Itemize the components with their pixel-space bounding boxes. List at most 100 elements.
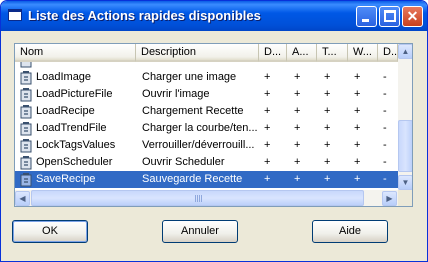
action-description: Ouvrir Scheduler — [142, 156, 225, 168]
quick-action-icon — [20, 88, 32, 102]
action-flag: + — [354, 105, 361, 117]
vertical-scrollbar[interactable]: ▲ ▼ — [398, 44, 412, 190]
list-partial-row — [15, 62, 398, 68]
quick-action-icon — [20, 139, 32, 153]
action-flag: + — [294, 156, 301, 168]
close-button[interactable]: ✕ — [402, 6, 423, 27]
grip-icon — [197, 195, 198, 202]
help-button[interactable]: Aide — [312, 220, 388, 243]
action-flag: + — [324, 105, 331, 117]
action-name: LoadRecipe — [36, 105, 95, 117]
action-flag: + — [354, 156, 361, 168]
column-header[interactable]: T... — [317, 44, 348, 62]
column-header[interactable]: Nom — [15, 44, 136, 62]
scroll-down-button[interactable]: ▼ — [398, 175, 412, 190]
window-icon — [8, 9, 22, 21]
action-flag: + — [294, 88, 301, 100]
action-flag: + — [324, 122, 331, 134]
action-flag: + — [324, 156, 331, 168]
list-row[interactable]: LoadPictureFile Ouvrir l'image + + + + - — [15, 86, 398, 103]
list-row[interactable]: SaveRecipe Sauvegarde Recette + + + + - — [15, 171, 398, 188]
list-row[interactable]: LoadRecipe Chargement Recette + + + + - — [15, 103, 398, 120]
action-description: Charger une image — [142, 71, 237, 83]
action-flag: + — [294, 173, 301, 185]
arrow-down-icon: ▼ — [401, 178, 410, 187]
quick-actions-dialog: Liste des Actions rapides disponibles ✕ … — [0, 0, 428, 262]
action-description: Verrouiller/déverrouill... — [142, 139, 255, 151]
action-flag: - — [383, 173, 387, 185]
close-icon: ✕ — [406, 8, 419, 24]
action-flag: + — [354, 173, 361, 185]
action-flag: + — [264, 173, 271, 185]
action-name: OpenScheduler — [36, 156, 113, 168]
list-row[interactable]: LockTagsValues Verrouiller/déverrouill...… — [15, 137, 398, 154]
actions-list[interactable]: NomDescriptionD...A...T...W...D... LoadI… — [14, 43, 413, 207]
action-flag: + — [354, 139, 361, 151]
action-flag: - — [383, 139, 387, 151]
horizontal-scrollbar[interactable]: ◀ ▶ — [15, 190, 398, 206]
arrow-up-icon: ▲ — [401, 47, 410, 56]
action-flag: + — [354, 122, 361, 134]
action-flag: - — [383, 88, 387, 100]
action-flag: - — [383, 105, 387, 117]
action-flag: + — [354, 88, 361, 100]
quick-action-icon — [20, 71, 32, 85]
action-description: Charger la courbe/ten... — [142, 122, 257, 134]
action-name: SaveRecipe — [36, 173, 96, 185]
title-bar[interactable]: Liste des Actions rapides disponibles ✕ — [1, 1, 427, 31]
column-header[interactable]: A... — [287, 44, 317, 62]
quick-action-icon — [20, 173, 32, 187]
list-row[interactable]: OpenScheduler Ouvrir Scheduler + + + + - — [15, 154, 398, 171]
scroll-right-button[interactable]: ▶ — [382, 191, 397, 206]
action-flag: + — [324, 139, 331, 151]
column-header[interactable]: Description — [136, 44, 259, 62]
list-row[interactable]: LoadTrendFile Charger la courbe/ten... + + +… — [15, 120, 398, 137]
grip-icon — [201, 195, 202, 202]
action-flag: + — [324, 88, 331, 100]
quick-action-icon — [20, 122, 32, 136]
maximize-button[interactable] — [379, 6, 400, 27]
quick-action-icon — [20, 156, 32, 170]
column-header[interactable]: D... — [259, 44, 287, 62]
action-flag: + — [264, 156, 271, 168]
action-flag: + — [264, 122, 271, 134]
action-flag: - — [383, 71, 387, 83]
window-title: Liste des Actions rapides disponibles — [28, 8, 261, 23]
action-name: LockTagsValues — [36, 139, 116, 151]
action-flag: + — [354, 71, 361, 83]
action-flag: + — [264, 88, 271, 100]
grip-icon — [199, 195, 200, 202]
column-header[interactable]: D... — [378, 44, 398, 62]
scroll-up-button[interactable]: ▲ — [398, 44, 412, 59]
action-description: Sauvegarde Recette — [142, 173, 243, 185]
horizontal-scroll-thumb[interactable] — [31, 190, 364, 206]
action-name: LoadTrendFile — [36, 122, 107, 134]
minimize-icon — [362, 19, 369, 22]
arrow-right-icon: ▶ — [386, 194, 393, 203]
action-flag: - — [383, 156, 387, 168]
action-flag: + — [264, 139, 271, 151]
action-flag: + — [294, 105, 301, 117]
action-name: LoadPictureFile — [36, 88, 113, 100]
action-description: Ouvrir l'image — [142, 88, 210, 100]
action-flag: + — [294, 71, 301, 83]
action-description: Chargement Recette — [142, 105, 244, 117]
action-flag: + — [264, 71, 271, 83]
grip-icon — [195, 195, 196, 202]
action-flag: - — [383, 122, 387, 134]
action-flag: + — [324, 71, 331, 83]
arrow-left-icon: ◀ — [19, 194, 26, 203]
quick-action-icon — [20, 105, 32, 119]
scrollbar-corner — [398, 190, 412, 206]
action-flag: + — [324, 173, 331, 185]
ok-button[interactable]: OK — [12, 220, 88, 243]
cancel-button[interactable]: Annuler — [162, 220, 238, 243]
scroll-left-button[interactable]: ◀ — [15, 191, 30, 206]
action-name: LoadImage — [36, 71, 92, 83]
maximize-icon — [384, 10, 396, 22]
action-flag: + — [264, 105, 271, 117]
minimize-button[interactable] — [356, 6, 377, 27]
column-header[interactable]: W... — [348, 44, 378, 62]
vertical-scroll-thumb[interactable] — [398, 120, 412, 172]
list-row[interactable]: LoadImage Charger une image + + + + - — [15, 69, 398, 86]
